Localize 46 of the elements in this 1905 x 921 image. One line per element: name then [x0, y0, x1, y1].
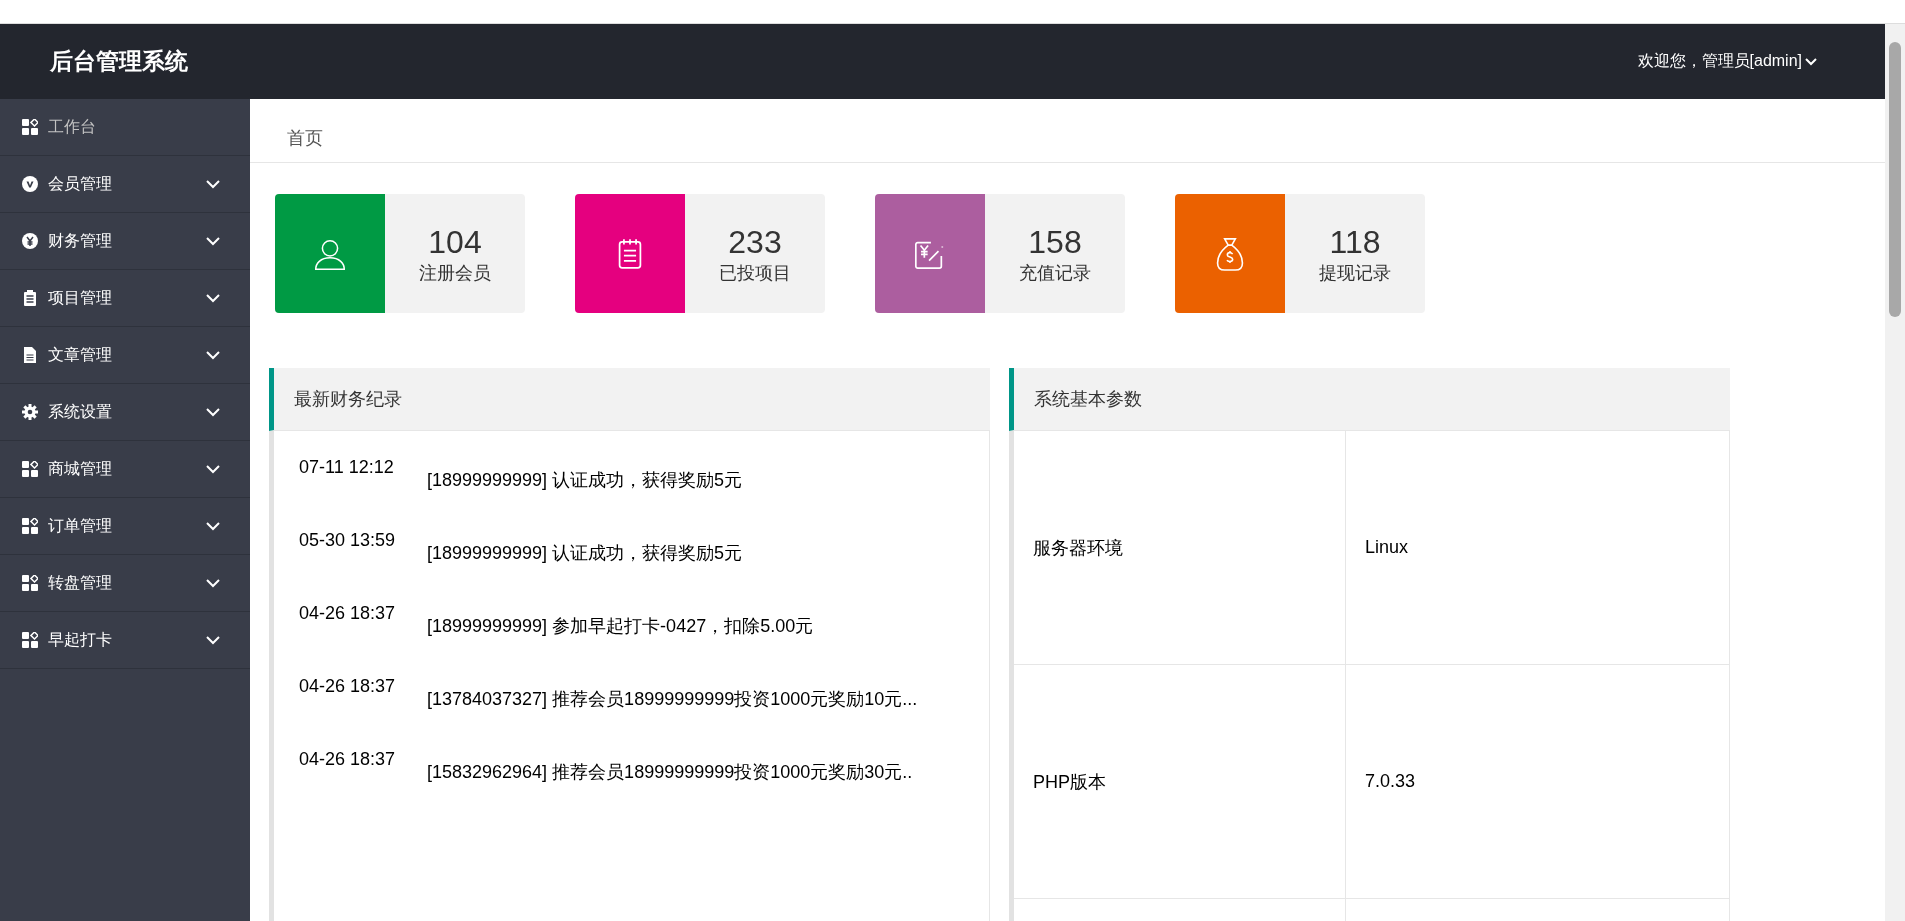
table-cell: 服务器环境 — [1014, 431, 1346, 664]
grid-icon — [22, 632, 38, 648]
chevron-down-icon — [1805, 57, 1817, 66]
record-time: 04-26 18:37 — [299, 602, 397, 625]
record-time: 05-30 13:59 — [299, 529, 397, 552]
grid-icon — [22, 518, 38, 534]
record-text: [18999999999] 参加早起打卡-0427，扣除5.00元 — [427, 615, 814, 638]
stat-label: 提现记录 — [1319, 261, 1391, 285]
stat-value: 104 — [428, 222, 482, 261]
notepad-icon — [617, 237, 643, 270]
stat-card[interactable]: 233 已投项目 — [575, 194, 825, 313]
record-text: [18999999999] 认证成功，获得奖励5元 — [427, 469, 743, 492]
stat-value: 118 — [1329, 222, 1381, 261]
table-cell-text: 7.0.33 — [1364, 770, 1417, 793]
document-icon — [22, 347, 38, 363]
app-title: 后台管理系统 — [50, 47, 188, 76]
grid-icon — [22, 119, 38, 135]
record-text: [13784037327] 推荐会员18999999999投资1000元奖励10元... — [427, 688, 918, 711]
yen-icon — [22, 233, 38, 249]
settings-icon — [22, 404, 38, 420]
stat-card[interactable]: 104 注册会员 — [275, 194, 525, 313]
record-text: [18999999999] 认证成功，获得奖励5元 — [427, 542, 743, 565]
stat-label: 已投项目 — [719, 261, 791, 285]
stat-label: 注册会员 — [419, 261, 491, 285]
user-menu[interactable]: 欢迎您，管理员[admin] — [1637, 51, 1817, 72]
table-cell: PHP版本 — [1014, 665, 1346, 898]
stat-label: 充值记录 — [1019, 261, 1091, 285]
money-bag-icon — [1214, 235, 1246, 272]
v-circle-icon — [22, 176, 38, 192]
record-text: [15832962964] 推荐会员18999999999投资1000元奖励30元.. — [427, 761, 913, 784]
stat-card[interactable]: 118 提现记录 — [1175, 194, 1425, 313]
breadcrumb-link[interactable]: 首页 — [287, 126, 323, 150]
panel-title: 最新财务纪录 — [294, 388, 402, 411]
scrollbar-thumb[interactable] — [1889, 42, 1901, 317]
stat-value: 158 — [1028, 222, 1082, 261]
grid-icon — [22, 575, 38, 591]
table-cell-text: Linux — [1364, 536, 1410, 559]
record-time: 07-11 12:12 — [299, 456, 395, 479]
record-time: 04-26 18:37 — [299, 748, 397, 771]
scrollbar[interactable] — [1885, 24, 1905, 921]
stat-value: 233 — [728, 222, 782, 261]
grid-icon — [22, 461, 38, 477]
stat-card[interactable]: 158 充值记录 — [875, 194, 1125, 313]
panel-title: 系统基本参数 — [1034, 388, 1142, 411]
record-time: 04-26 18:37 — [299, 675, 397, 698]
clipboard-icon — [22, 290, 38, 306]
